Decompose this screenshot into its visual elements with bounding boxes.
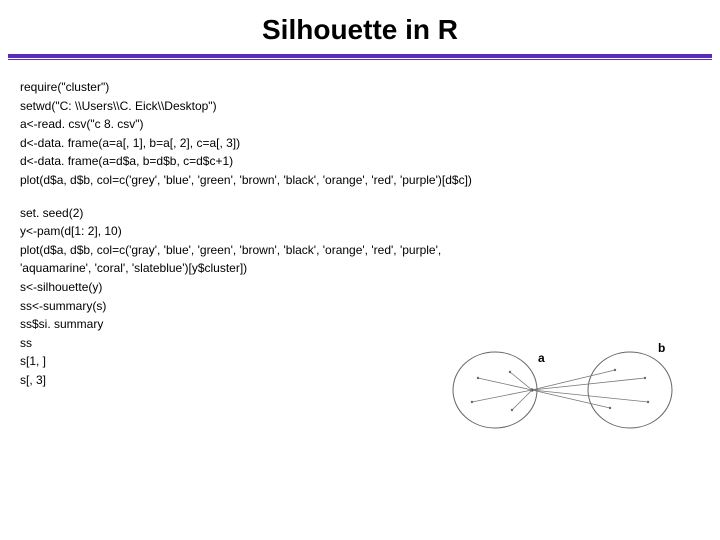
code-line: a<-read. csv("c 8. csv")	[20, 115, 700, 134]
code-line: ss<-summary(s)	[20, 297, 700, 316]
code-line: y<-pam(d[1: 2], 10)	[20, 222, 700, 241]
code-line: plot(d$a, d$b, col=c('gray', 'blue', 'gr…	[20, 241, 700, 260]
code-line: require("cluster")	[20, 78, 700, 97]
code-line: set. seed(2)	[20, 204, 700, 223]
diagram-label-a: a	[538, 351, 545, 365]
code-line: s<-silhouette(y)	[20, 278, 700, 297]
title-rule-thick	[8, 54, 712, 58]
page-title: Silhouette in R	[0, 0, 720, 54]
code-line: plot(d$a, d$b, col=c('grey', 'blue', 'gr…	[20, 171, 700, 190]
silhouette-diagram: a b	[440, 330, 680, 440]
code-line: 'aquamarine', 'coral', 'slateblue')[y$cl…	[20, 259, 700, 278]
code-line: setwd("C: \\Users\\C. Eick\\Desktop")	[20, 97, 700, 116]
code-line: d<-data. frame(a=a[, 1], b=a[, 2], c=a[,…	[20, 134, 700, 153]
code-line: d<-data. frame(a=d$a, b=d$b, c=d$c+1)	[20, 152, 700, 171]
diagram-label-b: b	[658, 341, 665, 355]
